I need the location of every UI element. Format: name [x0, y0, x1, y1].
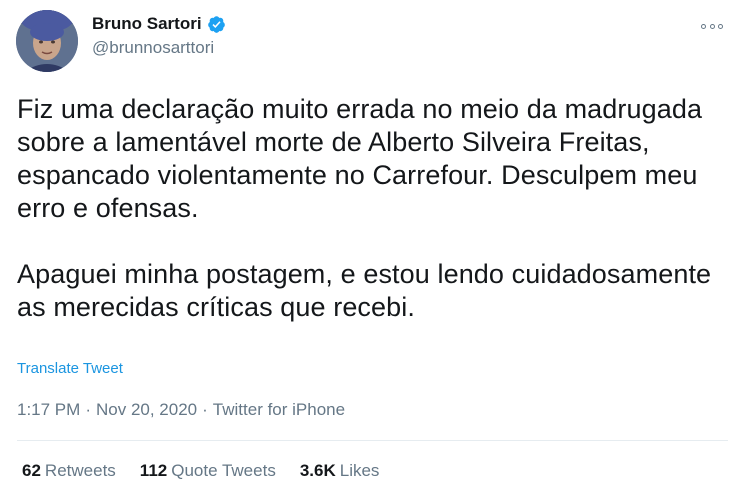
retweets-count: 62 — [22, 461, 41, 480]
tweet-date[interactable]: Nov 20, 2020 — [96, 400, 197, 420]
retweets-stat[interactable]: 62 Retweets — [22, 461, 116, 481]
likes-count: 3.6K — [299, 461, 336, 480]
separator: · — [85, 400, 91, 419]
more-options-button[interactable] — [701, 20, 723, 32]
author-block: Bruno Sartori @brunnosarttori — [92, 13, 226, 59]
tweet-source[interactable]: Twitter for iPhone — [213, 400, 345, 420]
quote-tweets-count: 112 — [139, 461, 168, 480]
display-name[interactable]: Bruno Sartori — [92, 13, 202, 35]
tweet-paragraph: Apaguei minha postagem, e estou lendo cu… — [17, 259, 712, 322]
more-horizontal-icon-dot — [709, 23, 715, 29]
more-horizontal-icon — [701, 23, 706, 29]
more-horizontal-icon-dot — [718, 23, 723, 29]
likes-label: Likes — [339, 461, 380, 480]
user-handle[interactable]: @brunnosarttori — [92, 37, 226, 59]
divider — [17, 440, 728, 441]
translate-tweet-link[interactable]: Translate Tweet — [17, 360, 123, 377]
tweet-paragraph: Fiz uma declaração muito errada no meio … — [17, 94, 703, 223]
tweet-text: Fiz uma declaração muito errada no meio … — [17, 93, 732, 324]
separator: · — [202, 400, 208, 419]
engagement-stats: 62 Retweets 112 Quote Tweets 3.6K Likes — [22, 461, 403, 481]
quote-tweets-stat[interactable]: 112 Quote Tweets — [140, 461, 276, 481]
quote-tweets-label: Quote Tweets — [171, 461, 276, 480]
likes-stat[interactable]: 3.6K Likes — [300, 461, 380, 481]
tweet-time[interactable]: 1:17 PM — [17, 400, 80, 420]
tweet-metadata: 1:17 PM · Nov 20, 2020 · Twitter for iPh… — [17, 400, 345, 420]
tweet-card: Bruno Sartori @brunnosarttori Fiz uma de… — [0, 0, 745, 500]
verified-badge-icon — [207, 15, 226, 34]
avatar[interactable] — [16, 10, 78, 72]
author-name-row: Bruno Sartori — [92, 13, 226, 35]
retweets-label: Retweets — [44, 461, 116, 480]
